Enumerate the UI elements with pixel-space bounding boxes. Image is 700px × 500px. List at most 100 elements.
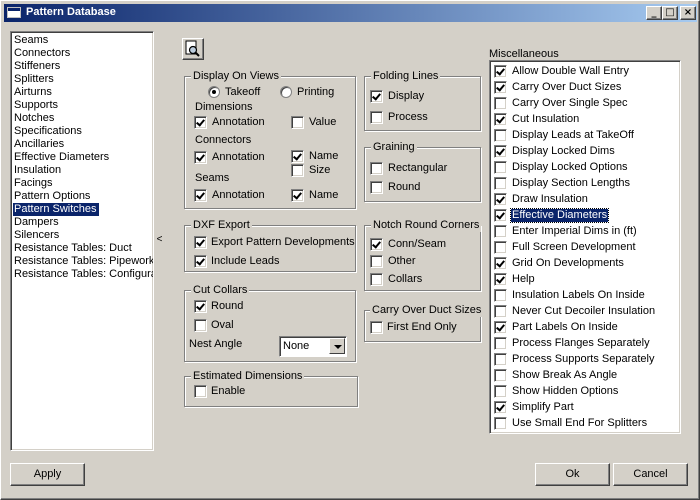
misc-item-checkbox[interactable]	[494, 241, 507, 254]
printing-radio[interactable]	[280, 86, 292, 98]
misc-item-checkbox[interactable]	[494, 145, 507, 158]
sidebar-item[interactable]: Dampers	[13, 216, 61, 229]
misc-item-checkbox[interactable]	[494, 417, 507, 430]
sidebar-item[interactable]: Effective Diameters	[13, 151, 111, 164]
sidebar-item[interactable]: Splitters	[13, 73, 56, 86]
misc-list-item[interactable]: Draw Insulation	[494, 192, 674, 208]
misc-list-item[interactable]: Grid On Developments	[494, 256, 674, 272]
misc-item-checkbox[interactable]	[494, 129, 507, 142]
include-leads-checkbox[interactable]	[194, 255, 207, 268]
nest-angle-select[interactable]: None	[279, 336, 347, 357]
misc-list-item[interactable]: Process Supports Separately	[494, 352, 674, 368]
misc-list-item[interactable]: Show Hidden Options	[494, 384, 674, 400]
misc-list-item[interactable]: Display Leads at TakeOff	[494, 128, 674, 144]
sidebar-item[interactable]: Connectors	[13, 47, 72, 60]
sidebar-item[interactable]: Specifications	[13, 125, 84, 138]
misc-item-checkbox[interactable]	[494, 113, 507, 126]
sidebar-item[interactable]: Resistance Tables: Duct	[13, 242, 134, 255]
preview-button[interactable]	[182, 38, 204, 60]
misc-item-checkbox[interactable]	[494, 97, 507, 110]
sidebar-item[interactable]: Ancillaries	[13, 138, 66, 151]
sidebar-item[interactable]: Airturns	[13, 86, 54, 99]
misc-item-checkbox[interactable]	[494, 385, 507, 398]
notch-collars-checkbox[interactable]	[370, 273, 383, 286]
notch-other-checkbox[interactable]	[370, 255, 383, 268]
misc-list-item[interactable]: Part Labels On Inside	[494, 320, 674, 336]
seams-name-checkbox[interactable]	[291, 189, 304, 202]
chevron-down-icon[interactable]	[329, 338, 345, 354]
maximize-button[interactable]: □	[662, 6, 678, 20]
sidebar-item[interactable]: Silencers	[13, 229, 61, 242]
misc-item-checkbox[interactable]	[494, 193, 507, 206]
misc-item-checkbox[interactable]	[494, 401, 507, 414]
sidebar-item[interactable]: Pattern Switches	[13, 203, 99, 216]
misc-list-item[interactable]: Enter Imperial Dims in (ft)	[494, 224, 674, 240]
sidebar-item[interactable]: Pattern Options	[13, 190, 92, 203]
misc-list-item[interactable]: Show Break As Angle	[494, 368, 674, 384]
sidebar-item[interactable]: Seams	[13, 34, 50, 47]
dimensions-annotation-checkbox[interactable]	[194, 116, 207, 129]
misc-list-item[interactable]: Process Flanges Separately	[494, 336, 674, 352]
misc-item-checkbox[interactable]	[494, 273, 507, 286]
cut-collars-oval-checkbox[interactable]	[194, 319, 207, 332]
connectors-annotation-checkbox[interactable]	[194, 151, 207, 164]
misc-item-checkbox[interactable]	[494, 225, 507, 238]
misc-list-item[interactable]: Effective Diameters	[494, 208, 674, 224]
miscellaneous-list[interactable]: Allow Double Wall Entry Carry Over Duct S…	[489, 60, 681, 434]
misc-list-item[interactable]: Display Locked Options	[494, 160, 674, 176]
misc-item-checkbox[interactable]	[494, 337, 507, 350]
estimated-dimensions-enable-checkbox[interactable]	[194, 385, 207, 398]
misc-list-item[interactable]: Display Locked Dims	[494, 144, 674, 160]
folding-process-checkbox[interactable]	[370, 111, 383, 124]
minimize-button[interactable]: _	[646, 6, 662, 20]
sidebar-item[interactable]: Facings	[13, 177, 55, 190]
sidebar-item[interactable]: Supports	[13, 99, 60, 112]
close-button[interactable]: ×	[680, 6, 696, 20]
misc-list-item[interactable]: Never Cut Decoiler Insulation	[494, 304, 674, 320]
misc-list-item[interactable]: Display Section Lengths	[494, 176, 674, 192]
takeoff-radio[interactable]	[208, 86, 220, 98]
seams-annotation-checkbox[interactable]	[194, 189, 207, 202]
misc-item-checkbox[interactable]	[494, 257, 507, 270]
connectors-size-checkbox[interactable]	[291, 164, 304, 177]
misc-list-item[interactable]: Full Screen Development	[494, 240, 674, 256]
misc-item-checkbox[interactable]	[494, 305, 507, 318]
misc-list-item[interactable]: Carry Over Single Spec	[494, 96, 674, 112]
graining-rectangular-checkbox[interactable]	[370, 162, 383, 175]
notch-conn-seam-checkbox[interactable]	[370, 238, 383, 251]
misc-item-checkbox[interactable]	[494, 81, 507, 94]
misc-item-checkbox[interactable]	[494, 65, 507, 78]
title-bar[interactable]: Pattern Database _ □ ×	[4, 4, 697, 22]
misc-list-item[interactable]: Use Small End For Splitters	[494, 416, 674, 432]
ok-button[interactable]: Ok	[535, 463, 610, 486]
misc-list-item[interactable]: Help	[494, 272, 674, 288]
misc-item-checkbox[interactable]	[494, 369, 507, 382]
cut-collars-round-checkbox[interactable]	[194, 300, 207, 313]
category-list[interactable]: Seams Connectors Stiffeners Splitters Airtur…	[10, 31, 154, 451]
misc-list-item[interactable]: Insulation Labels On Inside	[494, 288, 674, 304]
graining-round-checkbox[interactable]	[370, 181, 383, 194]
misc-list-item[interactable]: Simplify Part	[494, 400, 674, 416]
misc-list-item[interactable]: Carry Over Duct Sizes	[494, 80, 674, 96]
sidebar-item[interactable]: Resistance Tables: Pipework	[13, 255, 153, 268]
folding-display-checkbox[interactable]	[370, 90, 383, 103]
first-end-only-checkbox[interactable]	[370, 321, 383, 334]
dimensions-value-checkbox[interactable]	[291, 116, 304, 129]
misc-list-item[interactable]: Cut Insulation	[494, 112, 674, 128]
misc-item-checkbox[interactable]	[494, 177, 507, 190]
export-pattern-developments-checkbox[interactable]	[194, 236, 207, 249]
misc-item-checkbox[interactable]	[494, 289, 507, 302]
cancel-button[interactable]: Cancel	[613, 463, 688, 486]
sidebar-item[interactable]: Notches	[13, 112, 56, 125]
connectors-name-checkbox[interactable]	[291, 150, 304, 163]
misc-item-checkbox[interactable]	[494, 161, 507, 174]
misc-item-checkbox[interactable]	[494, 353, 507, 366]
sidebar-item[interactable]: Insulation	[13, 164, 63, 177]
sidebar-item[interactable]: Resistance Tables: Configura	[13, 268, 153, 281]
misc-list-item[interactable]: Allow Double Wall Entry	[494, 64, 674, 80]
misc-item-checkbox[interactable]	[494, 209, 507, 222]
misc-item-checkbox[interactable]	[494, 321, 507, 334]
sidebar-item[interactable]: Stiffeners	[13, 60, 62, 73]
collapse-sidebar-button[interactable]: <	[155, 233, 164, 247]
apply-button[interactable]: Apply	[10, 463, 85, 486]
